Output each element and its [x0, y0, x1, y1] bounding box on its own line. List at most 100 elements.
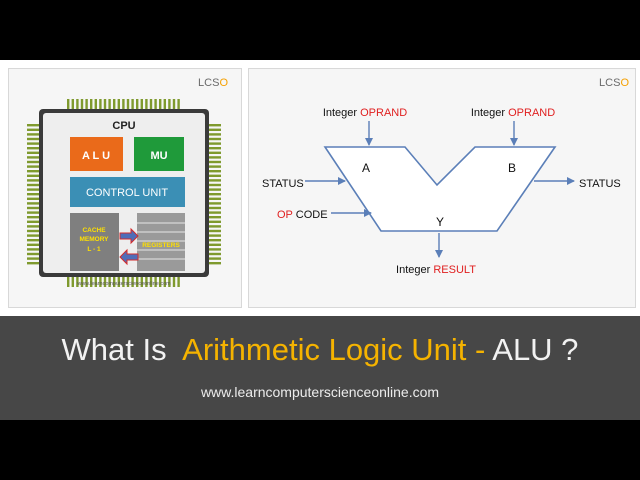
chip-pin	[27, 197, 40, 200]
chip-pin	[208, 174, 221, 177]
result-prefix: Integer	[396, 264, 433, 276]
operand-a-highlight: OPRAND	[360, 107, 407, 119]
cpu-logo-prefix: LCS	[198, 77, 219, 89]
cache-label-line3: L - 1	[87, 246, 101, 253]
chip-pin	[85, 99, 88, 110]
chip-pin	[27, 216, 40, 219]
chip-pin	[208, 206, 221, 210]
registers-label: REGISTERS	[142, 242, 180, 249]
status-in-label: STATUS	[262, 178, 304, 190]
chip-pin	[208, 225, 221, 228]
chip-pin	[71, 99, 74, 110]
operand-a-label: Integer OPRAND	[323, 107, 407, 119]
alu-logo-accent: O	[620, 77, 629, 89]
chip-pin	[149, 99, 153, 110]
result-highlight: RESULT	[433, 264, 476, 276]
chip-pins-right	[208, 124, 221, 265]
chip-pin	[208, 243, 221, 246]
operand-b-prefix: Integer	[471, 107, 508, 119]
chip-pin	[126, 99, 130, 110]
chip-pin	[208, 142, 221, 145]
chip-pin	[27, 165, 40, 168]
chip-pin	[27, 262, 40, 265]
cpu-watermark: www.learncomputerscienceonline.com	[76, 281, 171, 287]
chip-pin	[208, 193, 221, 196]
chip-pin	[27, 243, 40, 246]
title-prefix: What Is	[61, 332, 183, 367]
chip-pin	[27, 137, 40, 141]
chip-pin	[27, 206, 40, 210]
chip-pin	[177, 276, 180, 287]
alu-input-b-label: B	[508, 161, 516, 175]
chip-pin	[117, 99, 120, 110]
thumbnail-content: CPU A L U MU CONTROL UNIT CACHE MEMORY L…	[0, 60, 640, 316]
opcode-label: OP CODE	[277, 209, 328, 221]
chip-pin	[27, 220, 40, 223]
chip-pin	[208, 128, 221, 131]
chip-pin	[208, 137, 221, 141]
chip-pin	[122, 99, 125, 110]
operand-b-highlight: OPRAND	[508, 107, 555, 119]
chip-pin	[154, 99, 157, 110]
chip-pin	[27, 170, 40, 173]
cpu-panel-logo: LCSO	[198, 77, 228, 89]
chip-pin	[27, 179, 40, 182]
chip-pin	[208, 262, 221, 265]
chip-pin	[208, 211, 221, 214]
cpu-chip-svg: CPU A L U MU CONTROL UNIT CACHE MEMORY L…	[27, 77, 228, 287]
chip-pin	[208, 179, 221, 182]
cache-label-line1: CACHE	[82, 227, 106, 234]
chip-pin	[208, 252, 221, 256]
chip-pin	[208, 197, 221, 200]
alu-logo-prefix: LCS	[599, 77, 620, 89]
site-url: www.learncomputerscienceonline.com	[200, 384, 440, 400]
chip-pin	[208, 220, 221, 223]
chip-pin	[159, 99, 162, 110]
chip-pins-left	[27, 124, 40, 265]
chip-pin	[136, 99, 139, 110]
chip-pin	[27, 248, 40, 251]
chip-pin	[208, 248, 221, 251]
chip-pin	[27, 151, 40, 154]
chip-pin	[94, 99, 97, 110]
chip-pin	[172, 276, 176, 287]
chip-pin	[27, 188, 40, 191]
chip-pin	[168, 99, 171, 110]
chip-pin	[208, 160, 221, 164]
chip-pin	[27, 234, 40, 237]
cpu-label: CPU	[112, 120, 135, 132]
chip-pin	[27, 225, 40, 228]
chip-pin	[208, 234, 221, 237]
alu-diagram-panel: Integer OPRAND Integer OPRAND A B Y STAT…	[248, 68, 636, 308]
chip-pin	[67, 276, 70, 287]
cpu-diagram-panel: CPU A L U MU CONTROL UNIT CACHE MEMORY L…	[8, 68, 242, 308]
title-suffix: ALU ?	[492, 332, 579, 367]
chip-pin	[99, 99, 102, 110]
title-highlight: Arithmetic Logic Unit -	[182, 332, 493, 367]
title-banner: What Is Arithmetic Logic Unit - ALU ? ww…	[0, 316, 640, 420]
alu-input-a-label: A	[362, 161, 370, 175]
operand-a-prefix: Integer	[323, 107, 360, 119]
cache-label-line2: MEMORY	[79, 236, 109, 243]
chip-pin	[108, 99, 111, 110]
opcode-highlight: OP	[277, 209, 293, 221]
chip-pin	[27, 211, 40, 214]
chip-pin	[27, 193, 40, 196]
cpu-logo-accent: O	[219, 77, 228, 89]
alu-diagram-svg: Integer OPRAND Integer OPRAND A B Y STAT…	[262, 77, 629, 276]
mu-box-label: MU	[150, 150, 167, 162]
chip-pin	[27, 128, 40, 131]
chip-pin	[208, 216, 221, 219]
status-out-label: STATUS	[579, 178, 621, 190]
chip-pin	[27, 124, 40, 127]
chip-pin	[67, 99, 70, 110]
chip-pin	[71, 276, 74, 287]
chip-pin	[208, 229, 221, 233]
chip-pin	[208, 257, 221, 260]
chip-pin	[27, 147, 40, 150]
chip-pin	[177, 99, 180, 110]
chip-pin	[27, 202, 40, 205]
chip-pin	[27, 183, 40, 187]
chip-pin	[27, 142, 40, 145]
alu-panel-logo: LCSO	[599, 77, 629, 89]
